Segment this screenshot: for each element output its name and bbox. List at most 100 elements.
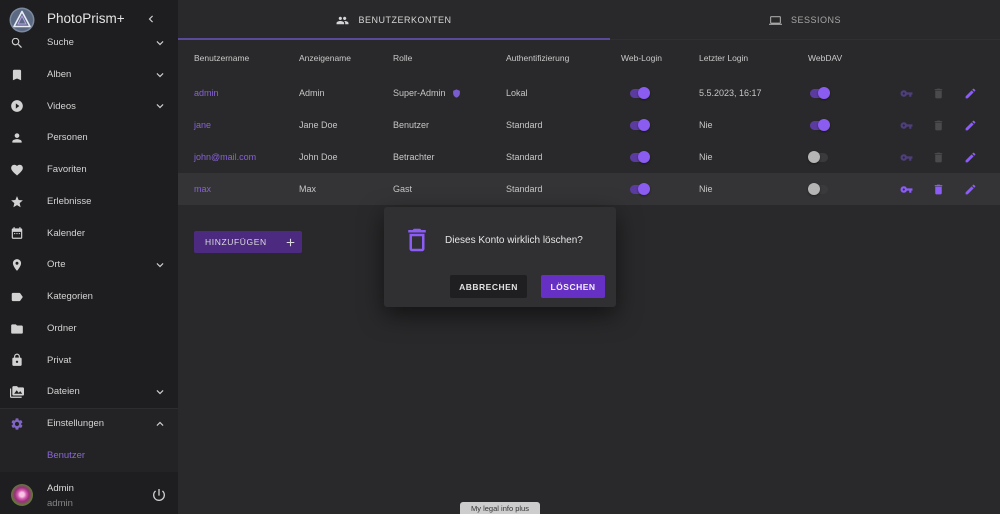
power-icon[interactable] <box>151 487 167 503</box>
user-display-name: Admin <box>47 483 74 494</box>
column-header-display-name[interactable]: Anzeigename <box>299 44 351 72</box>
user-login-name: admin <box>47 498 73 509</box>
legal-info-link[interactable]: My legal info plus <box>460 502 540 514</box>
sidebar-item-dateien[interactable]: Dateien <box>0 376 178 408</box>
chevron-down-icon[interactable] <box>153 385 167 399</box>
table-row: john@mail.com John Doe Betrachter Standa… <box>178 141 1000 173</box>
last-login: Nie <box>699 184 713 194</box>
tab-bar: BENUTZERKONTEN SESSIONS <box>178 0 1000 40</box>
user-menu[interactable]: Admin admin <box>0 478 178 514</box>
trash-icon[interactable] <box>932 87 945 100</box>
sidebar-item-label: Privat <box>47 354 72 366</box>
tab-sessions[interactable]: SESSIONS <box>610 0 1000 40</box>
sidebar-item-orte[interactable]: Orte <box>0 249 178 281</box>
sidebar-item-label: Videos <box>47 100 76 112</box>
avatar[interactable] <box>11 484 33 506</box>
auth-method: Standard <box>506 184 543 194</box>
role-label: Betrachter <box>393 152 435 162</box>
folder-icon <box>11 323 23 334</box>
sidebar-item-videos[interactable]: Videos <box>0 91 178 123</box>
sidebar-item-kalender[interactable]: Kalender <box>0 218 178 250</box>
toggle-thumb <box>638 183 650 195</box>
username-link[interactable]: john@mail.com <box>194 141 256 173</box>
last-login: Nie <box>699 120 713 130</box>
username-link[interactable]: max <box>194 173 211 205</box>
sidebar-item-alben[interactable]: Alben <box>0 59 178 91</box>
sidebar-item-label: Erlebnisse <box>47 195 92 207</box>
sidebar-item-label: Dateien <box>47 386 80 398</box>
add-user-button[interactable]: HINZUFÜGEN <box>194 231 302 253</box>
sidebar-item-label: Ordner <box>47 322 77 334</box>
delete-button[interactable]: LÖSCHEN <box>541 275 605 298</box>
sidebar-item-label: Alben <box>47 68 72 80</box>
sidebar-item-kategorien[interactable]: Kategorien <box>0 281 178 313</box>
column-header-username[interactable]: Benutzername <box>194 44 249 72</box>
web-login-toggle[interactable] <box>628 151 652 163</box>
sidebar-item-erlebnisse[interactable]: Erlebnisse <box>0 186 178 218</box>
sidebar-item-einstellungen[interactable]: Einstellungen <box>0 408 178 440</box>
pencil-icon[interactable] <box>964 87 977 100</box>
column-header-web-login[interactable]: Web-Login <box>621 44 662 72</box>
toggle-thumb <box>818 87 830 99</box>
toggle-thumb <box>808 151 820 163</box>
chevron-down-icon[interactable] <box>153 68 167 82</box>
key-icon[interactable] <box>900 119 913 132</box>
pencil-icon[interactable] <box>964 119 977 132</box>
sidebar-item-favoriten[interactable]: Favoriten <box>0 154 178 186</box>
play-circle-icon <box>11 100 23 113</box>
username-link[interactable]: jane <box>194 109 211 141</box>
chevron-down-icon[interactable] <box>153 99 167 113</box>
trash-icon[interactable] <box>932 119 945 132</box>
key-icon[interactable] <box>900 87 913 100</box>
chevron-down-icon[interactable] <box>153 258 167 272</box>
web-login-toggle[interactable] <box>628 119 652 131</box>
photoprism-logo-icon[interactable] <box>9 7 35 33</box>
table-row: max Max Gast Standard Nie <box>178 173 1000 205</box>
auth-method: Standard <box>506 120 543 130</box>
sidebar-item-label: Personen <box>47 132 88 144</box>
lock-icon <box>12 353 22 367</box>
sidebar-item-label: Kalender <box>47 227 86 239</box>
trash-icon[interactable] <box>932 151 945 164</box>
app-title: PhotoPrism+ <box>47 11 125 26</box>
username-link[interactable]: admin <box>194 77 219 109</box>
web-login-toggle[interactable] <box>628 183 652 195</box>
display-name: Jane Doe <box>299 120 338 130</box>
sidebar-item-label: Favoriten <box>47 164 87 175</box>
person-icon <box>12 133 22 143</box>
column-header-webdav[interactable]: WebDAV <box>808 44 842 72</box>
tab-benutzerkonten[interactable]: BENUTZERKONTEN <box>178 0 610 40</box>
label-icon <box>11 292 23 301</box>
role-cell: Super-Admin <box>393 77 461 109</box>
place-icon <box>12 259 22 271</box>
sidebar-item-ordner[interactable]: Ordner <box>0 313 178 345</box>
pencil-icon[interactable] <box>964 183 977 196</box>
chevron-left-icon[interactable] <box>144 12 158 26</box>
role-label: Gast <box>393 184 413 194</box>
toggle-thumb <box>808 183 820 195</box>
key-icon[interactable] <box>900 183 913 196</box>
web-login-toggle[interactable] <box>628 87 652 99</box>
trash-outline-icon <box>408 228 426 252</box>
webdav-toggle[interactable] <box>808 183 832 195</box>
last-login: Nie <box>699 152 713 162</box>
webdav-toggle[interactable] <box>808 87 832 99</box>
webdav-toggle[interactable] <box>808 119 832 131</box>
trash-icon[interactable] <box>932 183 945 196</box>
table-row: jane Jane Doe Benutzer Standard Nie <box>178 109 1000 141</box>
column-header-role[interactable]: Rolle <box>393 44 412 72</box>
column-header-auth[interactable]: Authentifizierung <box>506 44 569 72</box>
sidebar: PhotoPrism+ Suche Alben Videos Personen … <box>0 0 178 514</box>
chevron-up-icon[interactable] <box>153 417 167 431</box>
gear-icon <box>11 418 23 430</box>
table-header: Benutzername Anzeigename Rolle Authentif… <box>178 44 1000 72</box>
webdav-toggle[interactable] <box>808 151 832 163</box>
pencil-icon[interactable] <box>964 151 977 164</box>
tab-label: BENUTZERKONTEN <box>358 15 452 25</box>
sidebar-subitem-benutzer[interactable]: Benutzer <box>0 440 178 472</box>
cancel-button[interactable]: ABBRECHEN <box>450 275 527 298</box>
sidebar-item-personen[interactable]: Personen <box>0 122 178 154</box>
sidebar-item-privat[interactable]: Privat <box>0 345 178 377</box>
column-header-last-login[interactable]: Letzter Login <box>699 44 748 72</box>
key-icon[interactable] <box>900 151 913 164</box>
